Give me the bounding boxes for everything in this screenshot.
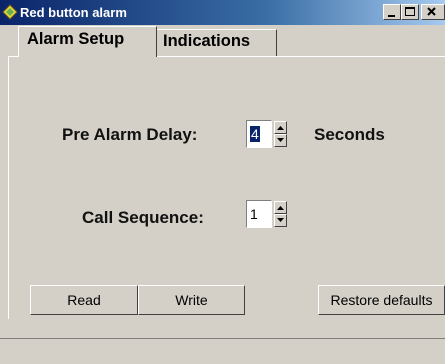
call-sequence-up-button[interactable]	[274, 201, 287, 214]
maximize-button[interactable]	[401, 4, 419, 20]
tab-indications-label: Indications	[163, 32, 251, 50]
minimize-icon	[388, 15, 395, 17]
pre-alarm-delay-down-button[interactable]	[274, 134, 287, 147]
arrow-up-icon	[277, 126, 284, 130]
restore-defaults-button[interactable]: Restore defaults	[318, 285, 445, 315]
close-button[interactable]	[421, 4, 445, 20]
tab-alarm-setup-label: Alarm Setup	[27, 30, 125, 48]
pre-alarm-delay-up-button[interactable]	[274, 121, 287, 134]
arrow-down-icon	[277, 218, 284, 222]
seconds-unit-label: Seconds	[314, 125, 385, 144]
minimize-button[interactable]	[383, 4, 401, 20]
write-button[interactable]: Write	[138, 285, 245, 315]
pre-alarm-delay-input[interactable]: 4	[246, 120, 272, 148]
maximize-icon	[405, 7, 415, 16]
arrow-down-icon	[277, 138, 284, 142]
call-sequence-input[interactable]: 1	[246, 200, 272, 228]
pre-alarm-delay-value: 4	[250, 126, 260, 142]
window-title: Red button alarm	[20, 5, 127, 20]
close-icon	[427, 7, 436, 16]
tab-indications[interactable]: Indications	[157, 29, 277, 56]
call-sequence-down-button[interactable]	[274, 214, 287, 227]
arrow-up-icon	[277, 206, 284, 210]
call-sequence-value: 1	[250, 206, 258, 222]
pre-alarm-delay-label: Pre Alarm Delay:	[62, 125, 198, 144]
title-bar: Red button alarm	[0, 0, 445, 25]
call-sequence-label: Call Sequence:	[82, 208, 204, 227]
status-bar	[0, 338, 445, 364]
tab-panel-alarm-setup	[8, 56, 445, 319]
read-button[interactable]: Read	[30, 285, 138, 315]
tab-alarm-setup[interactable]: Alarm Setup	[18, 26, 157, 57]
diamond-app-icon	[2, 4, 18, 20]
